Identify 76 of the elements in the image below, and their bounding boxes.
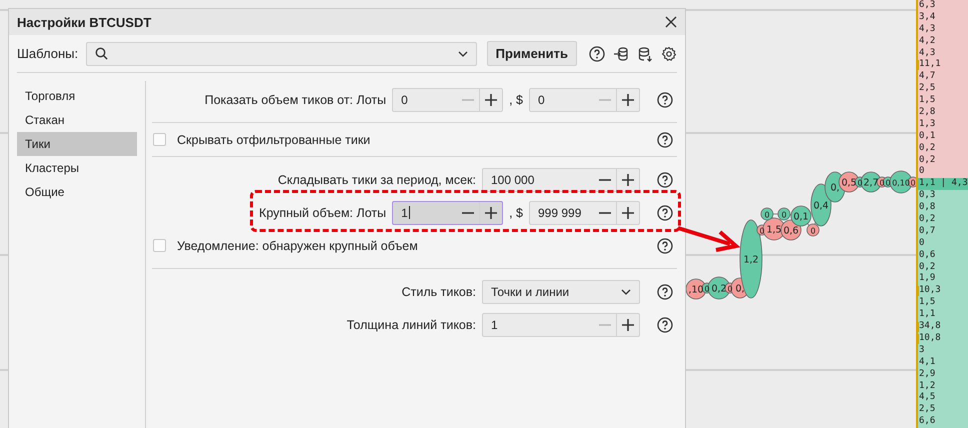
apply-button[interactable]: Применить — [486, 41, 577, 66]
tick-label: 2,7 — [863, 178, 879, 188]
ladder-row: 4,3 — [918, 24, 968, 36]
ladder-row: 6,3 — [918, 0, 968, 12]
ladder-row: 0,2 — [918, 214, 968, 226]
tick-label: 0 — [781, 210, 787, 220]
tick-label: 0 — [910, 178, 916, 188]
ladder-row: 1,5 — [918, 297, 968, 310]
field-label: Крупный объем: Лоты — [259, 206, 386, 220]
ladder-row: 4,1 — [918, 356, 968, 369]
ladder-row: 4,2 — [918, 36, 968, 48]
ladder-row: 0,2 — [918, 262, 968, 274]
tick-label: 0,2 — [711, 284, 727, 294]
tick-label: 1,2 — [743, 254, 759, 266]
field-label: Складывать тики за период, мсек: — [278, 172, 476, 186]
ladder-row: 0,3 — [918, 190, 968, 202]
sidebar-item[interactable]: Кластеры — [17, 156, 137, 180]
sidebar-item[interactable]: Тики — [17, 132, 137, 156]
sidebar-item[interactable]: Общие — [17, 180, 137, 204]
checkbox-label: Скрывать отфильтрованные тики — [177, 132, 370, 146]
ladder-row: 3 — [918, 344, 968, 357]
field-label: Толщина линий тиков: — [346, 318, 476, 332]
currency-label: , $ — [509, 206, 523, 220]
tick-label: 1,5 — [766, 224, 782, 236]
ladder-row: 4,3 — [918, 48, 968, 60]
ladder-row: 11,1 — [918, 59, 968, 72]
tick-label: 0,6 — [783, 226, 799, 236]
tick-label: 0 — [857, 178, 863, 188]
sidebar-item[interactable]: Торговля — [17, 84, 137, 108]
ladder-row: 1,1 — [918, 309, 968, 322]
ladder-row: 1,2 — [918, 380, 968, 392]
tick-label: 0,1 — [793, 212, 809, 222]
ladder-row: 2,5 — [918, 83, 968, 96]
style-dropdown[interactable]: Точки и линии — [482, 280, 640, 304]
ladder-row: 2,5 — [918, 404, 968, 416]
number-field[interactable]: 999 999 — [529, 200, 640, 224]
tick-label: 0,4 — [813, 200, 829, 212]
tick-label: ,10 — [688, 284, 704, 296]
ladder-row: 2,9 — [918, 368, 968, 380]
window-title: Настройки BTCUSDT — [17, 14, 152, 30]
tick-label: 0 — [879, 178, 885, 188]
tick-label: 0, — [735, 284, 745, 294]
ladder-row: 1,1 | 4,3 — [918, 178, 968, 190]
field-label: Стиль тиков: — [402, 284, 476, 298]
ladder-row: 2,8 — [918, 107, 968, 119]
ladder-row: 4,5 — [918, 392, 968, 404]
ladder-row: 0 — [918, 238, 968, 250]
field-label: Показать объем тиков от: Лоты — [204, 92, 386, 106]
tick-label: 0 — [810, 226, 816, 236]
templates-label: Шаблоны: — [17, 46, 78, 61]
ladder-row: 6,6 — [918, 416, 968, 428]
sidebar-item[interactable]: Стакан — [17, 108, 137, 132]
tick-label: 0 — [764, 210, 770, 220]
ladder-row: 34,8 — [918, 321, 968, 333]
tick-label: 0, — [830, 182, 840, 194]
ladder-row: 1,3 — [918, 118, 968, 131]
ladder-row: 10,8 — [918, 332, 968, 345]
ladder-row: 0,2 — [918, 142, 968, 155]
ladder-row: 4,7 — [918, 71, 968, 84]
currency-label: , $ — [509, 92, 523, 106]
ladder-row: 0,1 — [918, 130, 968, 143]
ladder-row: 0,2 — [918, 154, 968, 166]
ladder-row: 0,8 — [918, 202, 968, 214]
number-field[interactable]: 100 000 — [482, 168, 640, 192]
ladder-row: 0 — [918, 166, 968, 178]
tick-label: 0 — [704, 284, 710, 294]
ladder-row: 10,3 — [918, 285, 968, 298]
ladder-row: 0,6 — [918, 250, 968, 262]
checkbox-label: Уведомление: обнаружен крупный объем — [177, 238, 418, 252]
tick-label: 0 — [885, 178, 891, 188]
ladder-row: 1,9 — [918, 273, 968, 286]
number-field[interactable]: 1 — [392, 200, 504, 224]
ladder-row: 1,5 — [918, 95, 968, 108]
tick-label: 0,5 — [841, 178, 857, 188]
ladder-row: 0,7 — [918, 226, 968, 238]
ladder-row: 3,4 — [918, 12, 968, 24]
